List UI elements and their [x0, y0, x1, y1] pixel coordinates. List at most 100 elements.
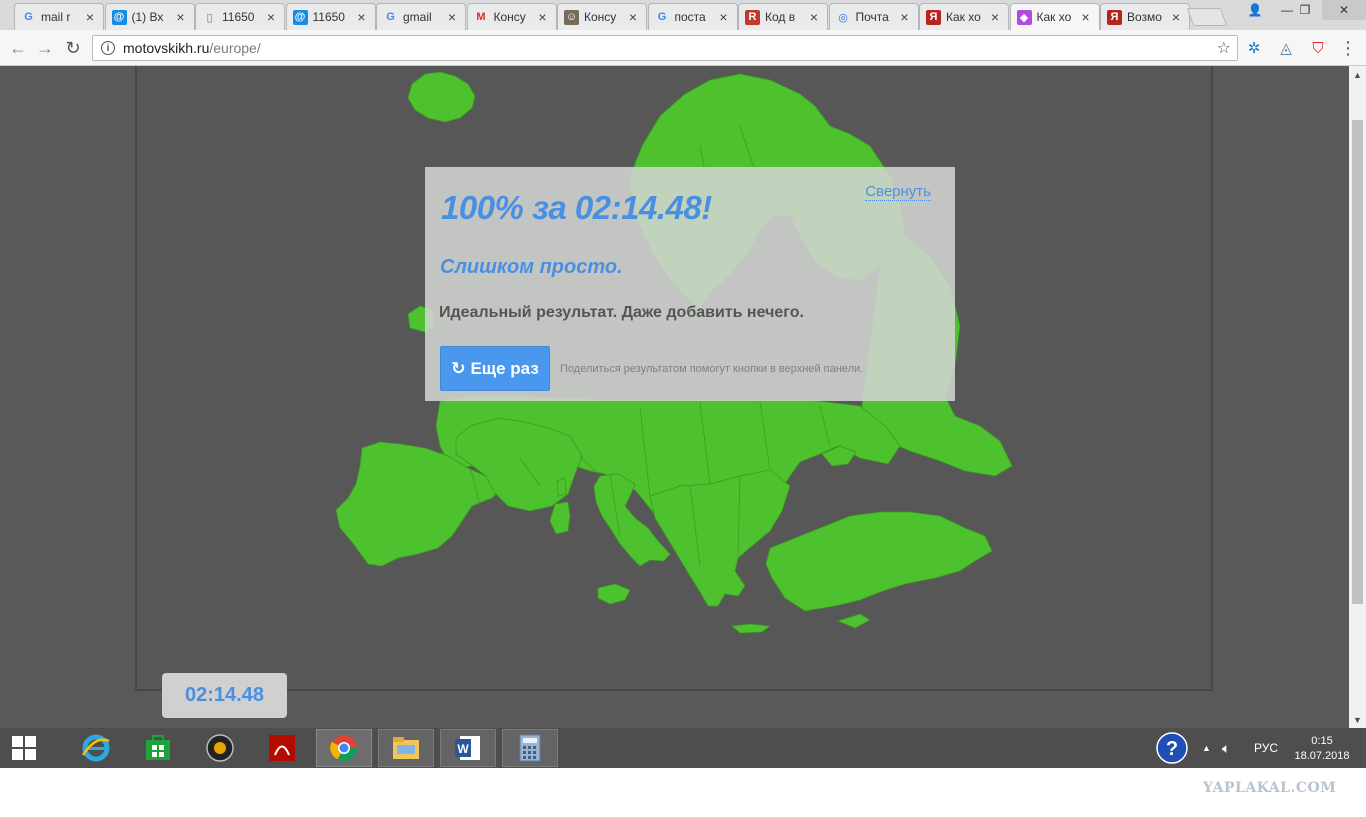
- store-icon[interactable]: [130, 729, 186, 767]
- info-icon[interactable]: i: [101, 41, 115, 55]
- yaplakal-icon: Я: [926, 9, 941, 25]
- forward-icon[interactable]: →: [34, 37, 56, 59]
- language-indicator[interactable]: РУС: [1254, 728, 1278, 768]
- browser-tab[interactable]: Я Возмо ×: [1100, 3, 1190, 30]
- tab-close-icon[interactable]: ×: [807, 9, 821, 25]
- tab-close-icon[interactable]: ×: [174, 9, 188, 25]
- gmail-icon: M: [476, 11, 486, 23]
- result-title: 100% за 02:14.48!: [441, 189, 712, 226]
- tab-close-icon[interactable]: ×: [626, 9, 640, 25]
- tab-close-icon[interactable]: ×: [898, 9, 912, 25]
- mailru-icon: @: [292, 9, 308, 25]
- file-explorer-icon[interactable]: [378, 729, 434, 767]
- tab-title: 11650: [222, 10, 255, 24]
- tab-close-icon[interactable]: ×: [536, 9, 550, 25]
- browser-tab[interactable]: ☺ Консу ×: [557, 3, 647, 30]
- window-close-icon[interactable]: ✕: [1322, 0, 1366, 20]
- vertical-scrollbar[interactable]: ▲ ▼: [1349, 66, 1366, 728]
- tab-title: Почта: [855, 10, 889, 24]
- reload-icon[interactable]: ↻: [62, 37, 84, 59]
- tab-strip: Gmail r × @ (1) Вх × ▯ 11650 × @11650 × Ggmail × M Ко…: [0, 0, 1366, 30]
- browser-tab[interactable]: ◆ Как хо ×: [1009, 3, 1100, 30]
- word-icon[interactable]: W: [440, 729, 496, 767]
- browser-tab[interactable]: ◎ Почта ×: [828, 3, 919, 30]
- tray-expand-icon[interactable]: ▲: [1202, 728, 1211, 768]
- timer-display: 02:14.48: [162, 673, 287, 718]
- result-subtitle: Слишком просто.: [440, 256, 623, 278]
- browser-tab[interactable]: @ (1) Вх ×: [104, 3, 195, 30]
- windows-taskbar: W ? ▲ 🔈︎ РУС 0:15 18.07.2018: [0, 728, 1366, 768]
- menu-icon[interactable]: ⋮: [1338, 38, 1358, 58]
- sardinia: [549, 501, 571, 535]
- browser-tab[interactable]: Gпоста ×: [647, 3, 738, 30]
- refresh-icon: ↻: [451, 358, 466, 378]
- scrollbar-thumb[interactable]: [1352, 120, 1363, 604]
- gradient-icon: ◆: [1016, 9, 1032, 25]
- cyprus: [836, 613, 871, 629]
- clock-time: 0:15: [1311, 735, 1333, 747]
- corsica: [556, 477, 567, 497]
- tab-close-icon[interactable]: ×: [355, 9, 369, 25]
- globe-icon: ◎: [838, 11, 848, 24]
- crete: [731, 623, 772, 634]
- tab-close-icon[interactable]: ×: [264, 9, 278, 25]
- site-icon: R: [745, 9, 760, 25]
- url-host: motovskikh.ru: [123, 40, 210, 56]
- extension-triangle-icon[interactable]: ◬: [1276, 38, 1296, 58]
- start-button[interactable]: [0, 729, 48, 767]
- browser-tab[interactable]: M Консу ×: [466, 3, 557, 30]
- extension-shield-icon[interactable]: ⛉: [1308, 38, 1328, 58]
- extension-recycle-icon[interactable]: ✲: [1244, 38, 1264, 58]
- sicily: [597, 583, 631, 605]
- tab-title: Как хо: [946, 10, 981, 24]
- acrobat-icon[interactable]: [254, 729, 310, 767]
- avatar-icon: ☺: [564, 9, 579, 25]
- back-icon[interactable]: ←: [7, 37, 29, 59]
- internet-explorer-icon[interactable]: [68, 729, 124, 767]
- scroll-up-icon[interactable]: ▲: [1349, 66, 1366, 83]
- browser-tab[interactable]: @11650 ×: [285, 3, 376, 30]
- tab-title: Консу: [584, 10, 617, 24]
- media-player-icon[interactable]: [192, 729, 248, 767]
- browser-tab[interactable]: Gmail r ×: [14, 3, 104, 30]
- retry-button[interactable]: ↻ Еще раз: [440, 346, 550, 391]
- calculator-icon[interactable]: [502, 729, 558, 767]
- yaplakal-icon: Я: [1107, 9, 1122, 25]
- browser-tab[interactable]: Ggmail ×: [376, 3, 466, 30]
- tab-close-icon[interactable]: ×: [445, 9, 459, 25]
- bookmark-star-icon[interactable]: ☆: [1217, 38, 1231, 58]
- result-description: Идеальный результат. Даже добавить нечег…: [439, 304, 804, 321]
- restore-icon[interactable]: ❐: [1290, 0, 1320, 20]
- scroll-down-icon[interactable]: ▼: [1349, 711, 1366, 728]
- tab-title: 11650: [312, 10, 345, 24]
- tab-title: Код в: [765, 10, 796, 24]
- chrome-icon[interactable]: [316, 729, 372, 767]
- help-icon[interactable]: ?: [1156, 728, 1188, 768]
- iceland: [407, 71, 476, 123]
- tab-close-icon[interactable]: ×: [988, 9, 1002, 25]
- tab-title: поста: [674, 10, 706, 24]
- clock[interactable]: 0:15 18.07.2018: [1292, 734, 1352, 764]
- google-icon: G: [657, 11, 667, 23]
- volume-icon[interactable]: 🔈︎: [1222, 728, 1230, 768]
- browser-tab[interactable]: Я Как хо ×: [919, 3, 1009, 30]
- browser-tab[interactable]: R Код в ×: [738, 3, 828, 30]
- tab-close-icon[interactable]: ×: [83, 9, 97, 25]
- turkey: [765, 511, 993, 612]
- tab-close-icon[interactable]: ×: [717, 9, 731, 25]
- profile-icon[interactable]: 👤: [1240, 0, 1270, 20]
- tab-title: Возмо: [1127, 10, 1162, 24]
- watermark: YAPLAKAL.COM: [1203, 780, 1337, 796]
- browser-tab[interactable]: ▯ 11650 ×: [195, 3, 285, 30]
- result-panel: 100% за 02:14.48! Свернуть Слишком прост…: [425, 167, 955, 401]
- address-bar[interactable]: i motovskikh.ru /europe/ ☆: [92, 35, 1238, 61]
- balkans: [649, 469, 791, 607]
- url-path: /europe/: [209, 40, 261, 56]
- share-hint: Поделиться результатом помогут кнопки в …: [560, 363, 864, 375]
- tab-close-icon[interactable]: ×: [1169, 9, 1183, 25]
- tab-close-icon[interactable]: ×: [1079, 9, 1093, 25]
- page-viewport: 100% за 02:14.48! Свернуть Слишком прост…: [0, 66, 1366, 728]
- new-tab-button[interactable]: [1186, 8, 1228, 26]
- browser-toolbar: ← → ↻ i motovskikh.ru /europe/ ☆: [0, 30, 1366, 66]
- collapse-link[interactable]: Свернуть: [865, 184, 931, 201]
